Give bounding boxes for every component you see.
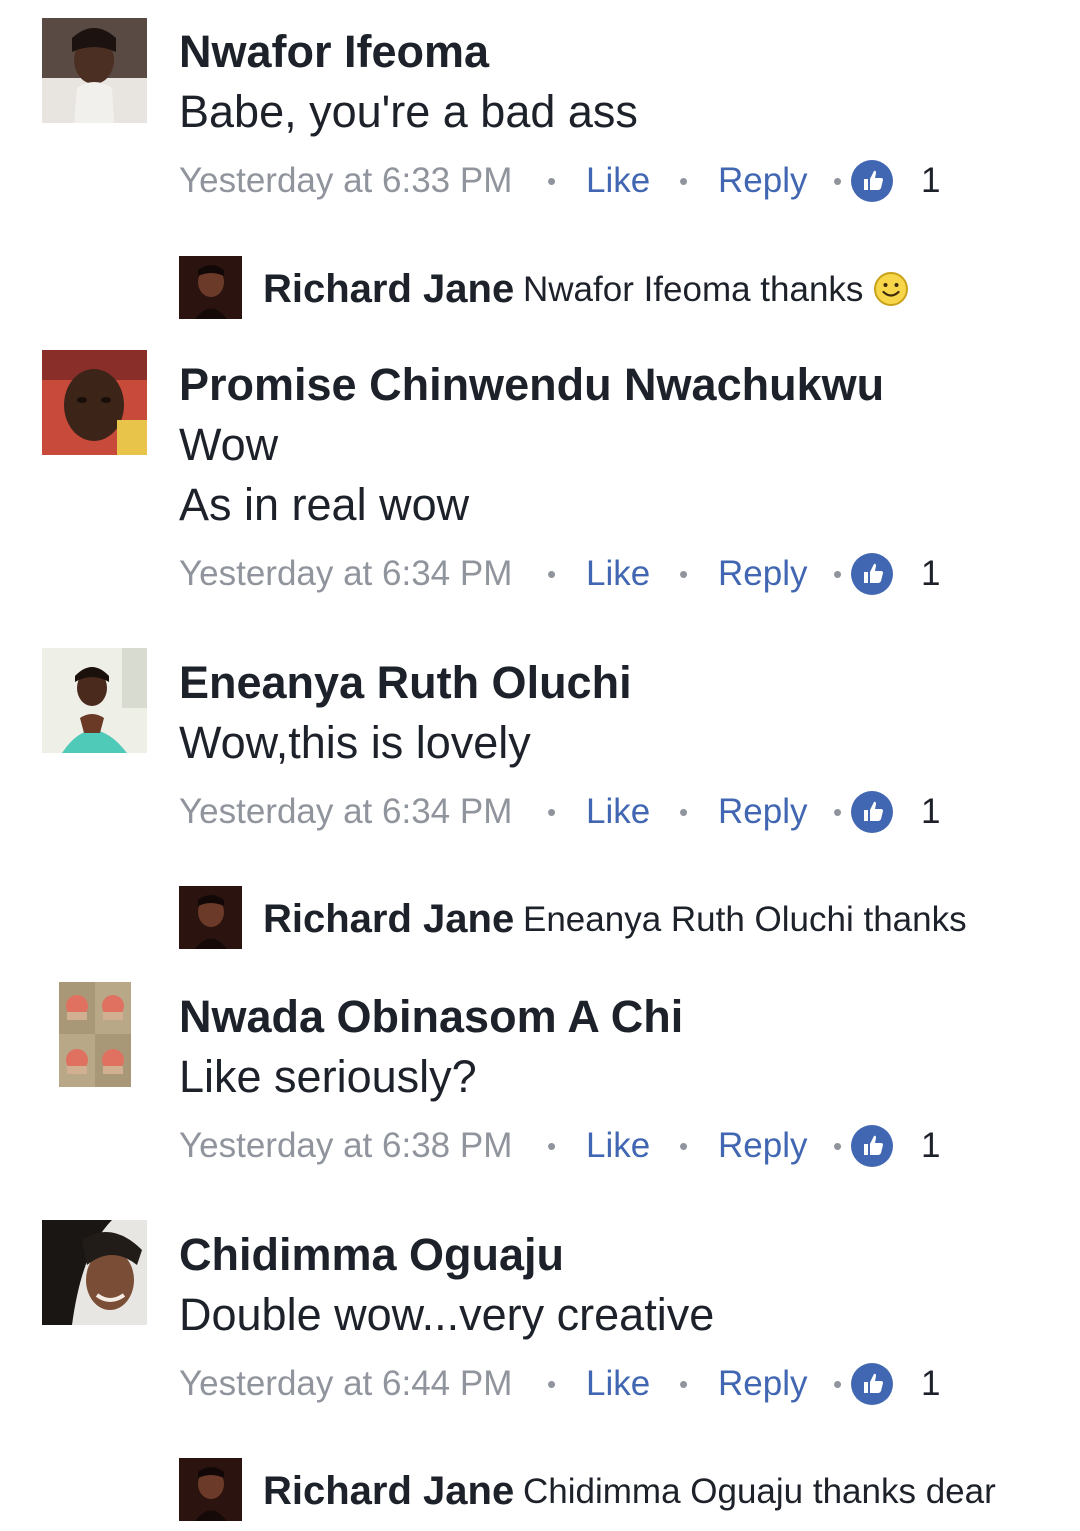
separator-dot: •	[547, 559, 557, 589]
like-button[interactable]: Like	[586, 158, 650, 204]
thumbs-up-icon[interactable]	[851, 160, 893, 202]
reply-text-content: Nwafor Ifeoma thanks	[523, 270, 864, 309]
timestamp[interactable]: Yesterday at 6:38 PM	[179, 1123, 512, 1169]
reply-author[interactable]: Richard Jane	[263, 894, 514, 944]
separator-dot: •	[547, 1131, 557, 1161]
thumbs-up-icon[interactable]	[851, 553, 893, 595]
separator-dot: •	[547, 797, 557, 827]
comment-text: Wow	[179, 419, 279, 470]
thumbs-up-icon[interactable]	[851, 791, 893, 833]
separator-dot: •	[833, 166, 843, 196]
avatar-photo	[179, 256, 242, 319]
timestamp[interactable]: Yesterday at 6:33 PM	[179, 158, 512, 204]
reply-button[interactable]: Reply	[718, 158, 807, 204]
comment-author[interactable]: Chidimma Oguaju	[179, 1228, 564, 1282]
comment-text: Wow,this is lovely	[179, 717, 531, 768]
comment-text: Double wow...very creative	[179, 1289, 715, 1340]
timestamp[interactable]: Yesterday at 6:44 PM	[179, 1361, 512, 1407]
thumbs-up-icon[interactable]	[851, 1125, 893, 1167]
avatar[interactable]	[179, 1458, 242, 1521]
reaction-count[interactable]: 1	[921, 1123, 940, 1169]
timestamp[interactable]: Yesterday at 6:34 PM	[179, 789, 512, 835]
avatar[interactable]	[59, 982, 131, 1087]
reply-comment: Richard Jane Chidimma Oguaju thanks dear	[0, 1458, 1080, 1522]
timestamp[interactable]: Yesterday at 6:34 PM	[179, 551, 512, 597]
comment-text: Like seriously?	[179, 1051, 477, 1102]
separator-dot: •	[679, 1131, 689, 1161]
reply-author[interactable]: Richard Jane	[263, 264, 514, 314]
avatar-photo	[42, 350, 147, 455]
reaction-count[interactable]: 1	[921, 158, 940, 204]
separator-dot: •	[833, 1369, 843, 1399]
avatar-photo	[59, 982, 131, 1087]
separator-dot: •	[679, 1369, 689, 1399]
comment-author[interactable]: Nwada Obinasom A Chi	[179, 990, 683, 1044]
comment: Nwada Obinasom A Chi Like seriously? Yes…	[0, 982, 1080, 1192]
reply-comment: Richard Jane Nwafor Ifeoma thanks	[0, 256, 1080, 320]
avatar[interactable]	[179, 886, 242, 949]
avatar-photo	[42, 18, 147, 123]
like-button[interactable]: Like	[586, 1361, 650, 1407]
thumbs-up-icon[interactable]	[851, 1363, 893, 1405]
separator-dot: •	[547, 1369, 557, 1399]
reply-button[interactable]: Reply	[718, 789, 807, 835]
like-button[interactable]: Like	[586, 551, 650, 597]
comment-text: Babe, you're a bad ass	[179, 86, 638, 137]
reply-button[interactable]: Reply	[718, 1361, 807, 1407]
separator-dot: •	[833, 559, 843, 589]
comment: Nwafor Ifeoma Babe, you're a bad ass Yes…	[0, 0, 1080, 320]
avatar[interactable]	[179, 256, 242, 319]
avatar[interactable]	[42, 648, 147, 753]
comment: Eneanya Ruth Oluchi Wow,this is lovely Y…	[0, 648, 1080, 958]
separator-dot: •	[679, 166, 689, 196]
comment-author[interactable]: Nwafor Ifeoma	[179, 25, 489, 79]
reply-button[interactable]: Reply	[718, 1123, 807, 1169]
like-button[interactable]: Like	[586, 789, 650, 835]
slightly-smiling-face-icon	[874, 272, 909, 306]
reply-text: Nwafor Ifeoma thanks	[523, 266, 909, 314]
avatar-photo	[42, 648, 147, 753]
separator-dot: •	[679, 797, 689, 827]
avatar[interactable]	[42, 18, 147, 123]
reaction-count[interactable]: 1	[921, 551, 940, 597]
separator-dot: •	[833, 797, 843, 827]
reaction-count[interactable]: 1	[921, 789, 940, 835]
comment: Promise Chinwendu Nwachukwu Wow As in re…	[0, 350, 1080, 620]
avatar-photo	[179, 1458, 242, 1521]
reply-comment: Richard Jane Eneanya Ruth Oluchi thanks	[0, 886, 1080, 950]
comment: Chidimma Oguaju Double wow...very creati…	[0, 1220, 1080, 1530]
separator-dot: •	[679, 559, 689, 589]
avatar-photo	[42, 1220, 147, 1325]
comment-author[interactable]: Eneanya Ruth Oluchi	[179, 656, 632, 710]
avatar-photo	[179, 886, 242, 949]
reply-text: Chidimma Oguaju thanks dear	[523, 1472, 996, 1511]
separator-dot: •	[833, 1131, 843, 1161]
reaction-count[interactable]: 1	[921, 1361, 940, 1407]
comment-text: As in real wow	[179, 479, 470, 530]
reply-text: Eneanya Ruth Oluchi thanks	[523, 900, 967, 939]
separator-dot: •	[547, 166, 557, 196]
avatar[interactable]	[42, 350, 147, 455]
reply-button[interactable]: Reply	[718, 551, 807, 597]
avatar[interactable]	[42, 1220, 147, 1325]
like-button[interactable]: Like	[586, 1123, 650, 1169]
reply-author[interactable]: Richard Jane	[263, 1466, 514, 1516]
comment-author[interactable]: Promise Chinwendu Nwachukwu	[179, 358, 884, 412]
